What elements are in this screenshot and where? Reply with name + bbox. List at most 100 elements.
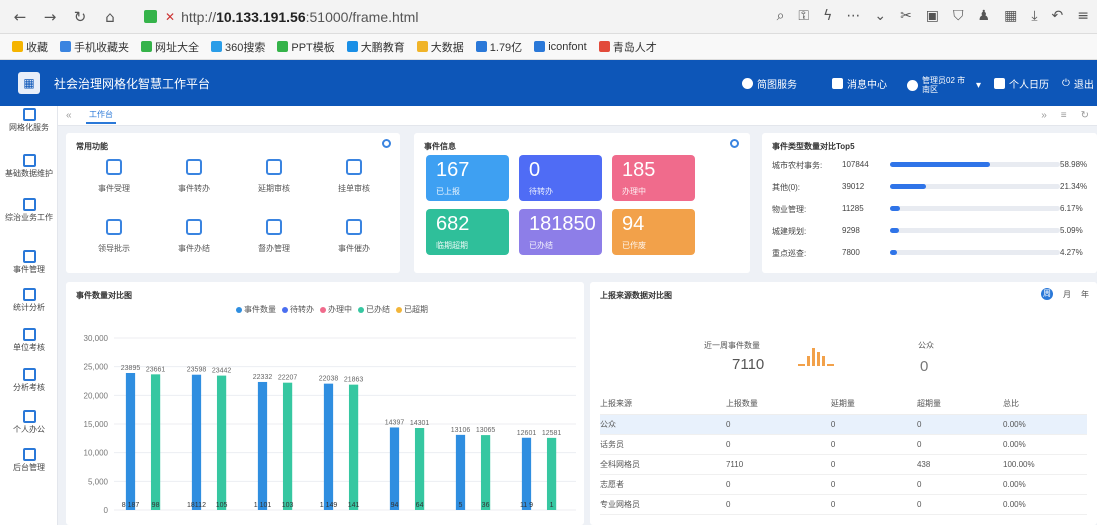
- period-month[interactable]: 月: [1063, 289, 1071, 300]
- back-icon[interactable]: ←: [10, 8, 30, 26]
- flash-icon[interactable]: ϟ: [823, 8, 832, 24]
- bookmark-item[interactable]: 网址大全: [141, 39, 199, 55]
- home-icon[interactable]: ⌂: [100, 8, 120, 26]
- table-cell: 0: [830, 454, 917, 475]
- sidebar-item[interactable]: 单位考核: [0, 328, 58, 353]
- scroll-right-icon[interactable]: »: [1041, 110, 1047, 121]
- bookmark-item[interactable]: iconfont: [534, 41, 587, 53]
- function-icon: [346, 159, 362, 175]
- table-cell: 0: [916, 474, 1004, 495]
- sidebar-item-label: 基础数据维护: [5, 169, 53, 178]
- event-stat-tile[interactable]: 94 已作废: [612, 209, 695, 255]
- event-stat-tile[interactable]: 682 临期超期: [426, 209, 509, 255]
- bar-completed: [348, 384, 359, 510]
- period-year[interactable]: 年: [1081, 289, 1089, 300]
- sidebar-item[interactable]: 综治业务工作: [0, 198, 58, 223]
- search-icon[interactable]: ⌕: [777, 8, 785, 24]
- bookmark-item[interactable]: 1.79亿: [475, 39, 522, 55]
- settings-icon[interactable]: [382, 139, 391, 148]
- bookmark-item[interactable]: 收藏: [12, 39, 48, 55]
- sidebar-item[interactable]: 分析考核: [0, 368, 58, 393]
- key-icon[interactable]: ⚿: [798, 8, 809, 24]
- bar-bottom-label: 105: [216, 502, 228, 509]
- function-shortcut[interactable]: 事件办结: [158, 219, 230, 254]
- download-icon[interactable]: ⤓: [1031, 8, 1037, 24]
- table-row[interactable]: 话务员 0 0 0 0.00%: [600, 434, 1087, 455]
- function-shortcut[interactable]: 事件转办: [158, 159, 230, 194]
- sidebar-item[interactable]: 统计分析: [0, 288, 58, 313]
- reload-icon[interactable]: ↻: [70, 8, 90, 26]
- function-shortcut[interactable]: 事件催办: [318, 219, 390, 254]
- menu-item-icon: [22, 250, 36, 263]
- bar-value-label: 23442: [212, 368, 232, 375]
- tile-label: 已办结: [529, 241, 553, 250]
- table-cell: 0: [916, 434, 1004, 455]
- event-stat-tile[interactable]: 185 办理中: [612, 155, 695, 201]
- tab-workbench[interactable]: 工作台: [86, 107, 116, 124]
- calendar-button[interactable]: 个人日历: [994, 76, 1049, 91]
- sidebar-item[interactable]: 后台管理: [0, 448, 58, 473]
- chevron-down-icon[interactable]: ⌄: [874, 8, 886, 24]
- tile-label: 已作废: [622, 241, 646, 250]
- table-cell: 0.00%: [1003, 494, 1087, 515]
- event-stat-tile[interactable]: 181850 已办结: [519, 209, 602, 255]
- event-count-chart-panel: 事件数量对比图 事件数量 待转办 办理中 已办结 已超期 0 5,000 10,000 15,…: [66, 282, 584, 525]
- menu-icon[interactable]: ≡: [1077, 8, 1089, 24]
- bookmark-item[interactable]: 360搜索: [211, 39, 265, 55]
- top5-percent: 6.17%: [1060, 204, 1083, 213]
- sidebar-item[interactable]: 事件管理: [0, 250, 58, 275]
- event-stat-tile[interactable]: 167 已上报: [426, 155, 509, 201]
- logout-button[interactable]: ⏻ 退出: [1062, 76, 1094, 91]
- game-icon[interactable]: ♟: [978, 8, 991, 24]
- bar-bottom-label: 64: [416, 502, 424, 509]
- bookmark-icon: [346, 41, 358, 52]
- event-stat-tile[interactable]: 0 待转办: [519, 155, 602, 201]
- forward-icon[interactable]: →: [40, 8, 60, 26]
- more-icon[interactable]: ⋯: [846, 8, 860, 24]
- function-shortcut[interactable]: 督办管理: [238, 219, 310, 254]
- function-icon: [106, 219, 122, 235]
- bookmark-item[interactable]: 手机收藏夹: [60, 39, 129, 55]
- tab-menu-icon[interactable]: ≡: [1061, 110, 1067, 121]
- menu-item-icon: [22, 154, 36, 167]
- bar-bottom-label: 1 101: [254, 502, 272, 509]
- top5-title: 事件类型数量对比Top5: [772, 142, 855, 151]
- table-row[interactable]: 专业网格员 0 0 0 0.00%: [600, 494, 1087, 515]
- table-cell: 0.00%: [1003, 474, 1087, 495]
- map-service-button[interactable]: 简图服务: [742, 76, 797, 91]
- tile-label: 临期超期: [436, 241, 468, 250]
- undo-icon[interactable]: ↶: [1052, 8, 1064, 24]
- bookmark-item[interactable]: 青岛人才: [598, 39, 657, 55]
- table-row[interactable]: 公众 0 0 0 0.00%: [600, 414, 1087, 435]
- period-week[interactable]: 周: [1041, 288, 1053, 300]
- apps-icon[interactable]: ▦: [1004, 8, 1017, 24]
- bookmark-item[interactable]: PPT模板: [277, 39, 335, 55]
- browser-toolbar: ← → ↻ ⌂ ✕ http://10.133.191.56:51000/fra…: [0, 0, 1097, 34]
- bar-value-label: 14397: [385, 419, 405, 426]
- sidebar-item[interactable]: 基础数据维护: [0, 154, 58, 179]
- extension-icon[interactable]: ▣: [926, 8, 939, 24]
- bookmark-label: 收藏: [26, 41, 48, 54]
- bookmark-item[interactable]: 大数据: [416, 39, 464, 55]
- address-field[interactable]: ✕ http://10.133.191.56:51000/frame.html: [144, 9, 418, 25]
- sidebar-item[interactable]: 网格化服务: [0, 108, 58, 133]
- refresh-icon[interactable]: ↻: [1081, 110, 1089, 121]
- bookmark-item[interactable]: 大鹏教育: [346, 39, 405, 55]
- bookmarks-bar: 收藏 手机收藏夹 网址大全 360搜索 PPT模板 大鹏教育 大数据 1.79亿 iconfon…: [0, 34, 1097, 60]
- top5-panel: 事件类型数量对比Top5 城市农村事务: 107844 58.98% 其他(0): 39…: [762, 133, 1097, 273]
- shield-ext-icon[interactable]: ⛉: [953, 8, 964, 24]
- message-center-button[interactable]: 消息中心: [832, 76, 887, 91]
- collapse-icon[interactable]: «: [66, 110, 72, 121]
- function-shortcut[interactable]: 事件受理: [78, 159, 150, 194]
- cut-icon[interactable]: ✂: [900, 8, 912, 24]
- function-shortcut[interactable]: 领导批示: [78, 219, 150, 254]
- user-menu[interactable]: 管理员02 市南区 ▾: [907, 76, 981, 94]
- table-row[interactable]: 志愿者 0 0 0 0.00%: [600, 474, 1087, 495]
- bar-chart-icon: [798, 344, 836, 370]
- function-shortcut[interactable]: 延期审核: [238, 159, 310, 194]
- settings-icon[interactable]: [730, 139, 739, 148]
- function-shortcut[interactable]: 挂单审核: [318, 159, 390, 194]
- sidebar-item[interactable]: 个人办公: [0, 410, 58, 435]
- top5-progress-bar: [890, 206, 1060, 211]
- table-row[interactable]: 全科网格员 7110 0 438 100.00%: [600, 454, 1087, 475]
